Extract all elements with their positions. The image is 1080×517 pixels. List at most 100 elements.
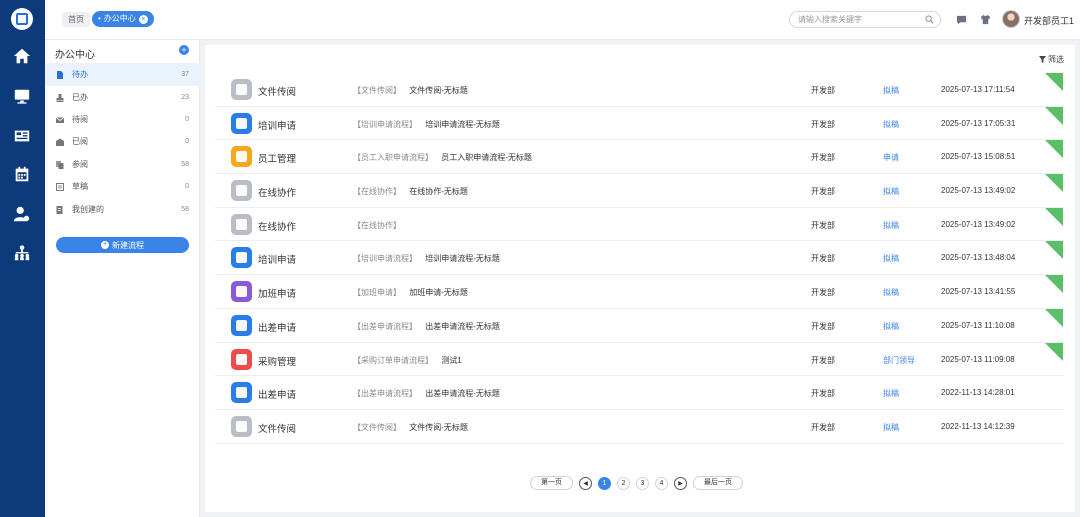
row-subject[interactable]: 【在线协作】 xyxy=(353,220,407,231)
app-icon xyxy=(231,112,252,134)
timestamp: 2025-07-13 15:08:51 xyxy=(941,152,1016,162)
message-icon[interactable] xyxy=(956,14,967,25)
table-row[interactable]: 出差申请 【出差申请流程】 出差申请流程-无标题 开发部 拟稿 2022-11-… xyxy=(215,376,1063,410)
panel-title: 办公中心 xyxy=(55,50,95,61)
sidebar-item-drafts[interactable]: 草稿 0 xyxy=(45,175,200,198)
prev-page-icon[interactable]: ◀ xyxy=(579,476,592,490)
timestamp: 2025-07-13 13:49:02 xyxy=(941,186,1016,196)
sidebar-item-label: 草稿 xyxy=(72,182,88,191)
row-subject[interactable]: 【员工入职申请流程】 员工入职申请流程-无标题 xyxy=(353,152,532,163)
table-row[interactable]: 培训申请 【培训申请流程】 培训申请流程-无标题 开发部 拟稿 2025-07-… xyxy=(215,106,1063,141)
tab-office-center[interactable]: • 办公中心 × xyxy=(92,11,154,27)
row-subject[interactable]: 【在线协作】 在线协作-无标题 xyxy=(353,186,468,197)
status-link[interactable]: 拟稿 xyxy=(883,388,899,399)
timestamp: 2025-07-13 13:48:04 xyxy=(941,253,1016,263)
task-list: 文件传阅 【文件传阅】 文件传阅-无标题 开发部 拟稿 2025-07-13 1… xyxy=(215,73,1063,444)
app-name: 出差申请 xyxy=(258,322,297,334)
status-link[interactable]: 拟稿 xyxy=(883,422,899,433)
row-subject[interactable]: 【出差申请流程】 出差申请流程-无标题 xyxy=(353,321,500,332)
status-link[interactable]: 拟稿 xyxy=(883,85,899,96)
flow-name: 【在线协作】 xyxy=(353,187,401,197)
table-row[interactable]: 加班申请 【加班申请】 加班申请-无标题 开发部 拟稿 2025-07-13 1… xyxy=(215,275,1063,309)
user-settings-icon[interactable] xyxy=(12,204,32,224)
home-icon[interactable] xyxy=(12,46,32,66)
sidebar-item-label: 待阅 xyxy=(72,115,88,124)
sidebar-item-count: 58 xyxy=(181,206,189,213)
first-page-button[interactable]: 第一页 xyxy=(530,476,573,490)
search-input[interactable] xyxy=(798,12,926,27)
status-link[interactable]: 拟稿 xyxy=(883,186,899,197)
row-title: 文件传阅-无标题 xyxy=(409,86,468,95)
timestamp: 2022-11-13 14:12:39 xyxy=(941,421,1015,431)
news-icon[interactable] xyxy=(12,126,32,146)
row-subject[interactable]: 【采购订单申请流程】 测试1 xyxy=(353,355,462,366)
next-page-icon[interactable]: ▶ xyxy=(674,476,687,490)
row-subject[interactable]: 【文件传阅】 文件传阅-无标题 xyxy=(353,85,468,96)
table-row[interactable]: 员工管理 【员工入职申请流程】 员工入职申请流程-无标题 开发部 申请 2025… xyxy=(215,140,1063,175)
filter-button[interactable]: 筛选 xyxy=(1039,54,1064,65)
avatar[interactable] xyxy=(1002,10,1020,28)
sidebar-item-read[interactable]: 已阅 0 xyxy=(45,130,200,153)
username[interactable]: 开发部员工1 xyxy=(1024,14,1074,27)
add-icon[interactable]: + xyxy=(179,45,189,55)
shirt-icon[interactable] xyxy=(980,14,991,25)
search-icon[interactable] xyxy=(925,15,934,24)
table-row[interactable]: 文件传阅 【文件传阅】 文件传阅-无标题 开发部 拟稿 2025-07-13 1… xyxy=(215,73,1063,107)
department: 开发部 xyxy=(811,389,835,399)
status-link[interactable]: 拟稿 xyxy=(883,220,899,231)
department: 开发部 xyxy=(811,355,835,365)
filter-icon xyxy=(1039,56,1046,63)
app-icon xyxy=(231,146,252,168)
sidebar-item-to-read[interactable]: 待阅 0 xyxy=(45,108,200,131)
new-badge-icon xyxy=(1045,275,1063,294)
table-row[interactable]: 在线协作 【在线协作】 开发部 拟稿 2025-07-13 13:49:02 xyxy=(215,207,1063,242)
sidebar-item-todo[interactable]: 待办 37 xyxy=(45,63,200,86)
page-number[interactable]: 3 xyxy=(636,476,649,490)
last-page-button[interactable]: 最后一页 xyxy=(693,476,743,490)
app-icon xyxy=(231,180,252,202)
row-subject[interactable]: 【培训申请流程】 培训申请流程-无标题 xyxy=(353,119,500,130)
page-number[interactable]: 2 xyxy=(617,476,630,490)
department: 开发部 xyxy=(811,119,835,129)
new-badge-icon xyxy=(1045,207,1063,226)
sidebar-item-done[interactable]: 已办 23 xyxy=(45,86,200,109)
flow-name: 【出差申请流程】 xyxy=(353,321,417,331)
stamp-icon xyxy=(56,93,64,102)
new-badge-icon xyxy=(1045,241,1063,260)
breadcrumb-home[interactable]: 首页 xyxy=(62,12,90,27)
status-link[interactable]: 部门领导 xyxy=(883,355,915,366)
row-title: 出差申请流程-无标题 xyxy=(425,389,500,399)
page-number[interactable]: 4 xyxy=(655,476,668,490)
sidebar-item-reference[interactable]: 参阅 58 xyxy=(45,153,200,176)
app-logo[interactable] xyxy=(11,8,33,30)
flow-name: 【在线协作】 xyxy=(353,220,401,230)
flow-name: 【文件传阅】 xyxy=(353,422,401,432)
table-row[interactable]: 培训申请 【培训申请流程】 培训申请流程-无标题 开发部 拟稿 2025-07-… xyxy=(215,241,1063,276)
new-badge-icon xyxy=(1045,174,1063,193)
table-row[interactable]: 采购管理 【采购订单申请流程】 测试1 开发部 部门领导 2025-07-13 … xyxy=(215,342,1063,377)
table-row[interactable]: 在线协作 【在线协作】 在线协作-无标题 开发部 拟稿 2025-07-13 1… xyxy=(215,174,1063,208)
monitor-user-icon[interactable] xyxy=(12,86,32,106)
status-link[interactable]: 拟稿 xyxy=(883,287,899,298)
status-link[interactable]: 拟稿 xyxy=(883,321,899,332)
row-subject[interactable]: 【出差申请流程】 出差申请流程-无标题 xyxy=(353,388,500,399)
status-link[interactable]: 申请 xyxy=(883,152,899,163)
org-chart-icon[interactable] xyxy=(12,243,32,263)
page-number[interactable]: 1 xyxy=(598,476,611,490)
sidebar-item-created[interactable]: 我创建的 58 xyxy=(45,198,200,221)
row-subject[interactable]: 【培训申请流程】 培训申请流程-无标题 xyxy=(353,253,500,264)
status-link[interactable]: 拟稿 xyxy=(883,253,899,264)
sidebar-item-label: 已阅 xyxy=(72,137,88,146)
table-row[interactable]: 出差申请 【出差申请流程】 出差申请流程-无标题 开发部 拟稿 2025-07-… xyxy=(215,308,1063,343)
app-icon xyxy=(231,247,252,269)
new-flow-button[interactable]: + 新建流程 xyxy=(56,237,189,253)
calendar-icon[interactable] xyxy=(12,164,32,184)
row-subject[interactable]: 【文件传阅】 文件传阅-无标题 xyxy=(353,422,468,433)
status-link[interactable]: 拟稿 xyxy=(883,119,899,130)
flow-name: 【培训申请流程】 xyxy=(353,119,417,129)
sidebar-item-count: 37 xyxy=(181,71,189,78)
row-subject[interactable]: 【加班申请】 加班申请-无标题 xyxy=(353,287,468,298)
table-row[interactable]: 文件传阅 【文件传阅】 文件传阅-无标题 开发部 拟稿 2022-11-13 1… xyxy=(215,410,1063,444)
app-name: 员工管理 xyxy=(258,154,297,166)
close-icon[interactable]: × xyxy=(138,14,148,24)
